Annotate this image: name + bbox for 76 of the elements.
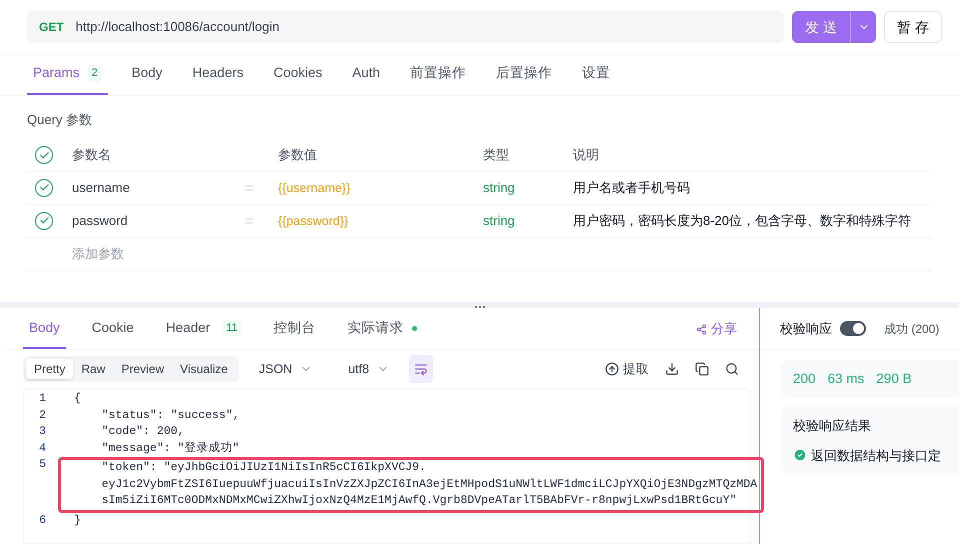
code-line: "message": "登录成功" xyxy=(100,440,240,456)
wrap-text-button[interactable] xyxy=(409,355,434,383)
code-line: "token": "eyJhbGciOiJIUzI1NiIsInR5cCI6IkpXVCJ9. xyxy=(100,460,426,476)
code-line: } xyxy=(74,512,81,528)
url-text: http://localhost:10086/account/login xyxy=(76,18,280,36)
wrap-lines-icon xyxy=(414,362,428,376)
line-number: 6 xyxy=(38,512,46,528)
param-description[interactable]: 用户密码，密码长度为8-20位，包含字母、数字和特殊字符 xyxy=(573,212,912,228)
checkbox[interactable] xyxy=(35,146,53,164)
code-line: sIm5iZiI6MTc0ODMxNDMxMCwiZXhwIjoxNzQ4MzE1MjAwfQ.Vgrb8DVpeATarlT5BAbFVr-r8npwjLxwPsd1BRtGcuY" xyxy=(100,493,737,509)
validate-label: 校验响应 xyxy=(780,320,832,338)
response-tab[interactable]: 实际请求 xyxy=(342,309,423,349)
result-text: 返回数据结构与接口定 xyxy=(811,446,941,464)
result-title: 校验响应结果 xyxy=(793,417,871,435)
url-field[interactable]: GET http://localhost:10086/account/login xyxy=(27,11,784,43)
extract-button[interactable]: 提取 xyxy=(605,360,649,378)
request-tab[interactable]: 后置操作 xyxy=(490,54,558,95)
column-header: 参数名 xyxy=(72,147,111,162)
encoding-select[interactable]: utf8 xyxy=(344,360,394,378)
search-icon[interactable] xyxy=(725,362,739,376)
checkbox[interactable] xyxy=(35,212,53,230)
format-select[interactable]: JSON xyxy=(254,360,316,378)
request-tab[interactable]: Params 2 xyxy=(27,54,108,95)
share-link[interactable]: 分享 xyxy=(696,309,737,349)
request-tab[interactable]: Cookies xyxy=(267,54,328,95)
success-icon xyxy=(793,448,807,462)
copy-icon[interactable] xyxy=(695,362,709,376)
response-tab[interactable]: Body xyxy=(23,309,66,349)
code-line: eyJ1c2VybmFtZSI6IuepuuWfjuacuiIsInVzZXJpZCI6InA3ejEtMHpodS1uNWltLWF1dmciLCJpYXQiOjE3NDgzMTQzMDA xyxy=(100,476,758,492)
equals-icon xyxy=(245,184,253,190)
download-icon[interactable] xyxy=(665,362,679,376)
response-time: 63 ms xyxy=(828,370,864,388)
request-tab[interactable]: 设置 xyxy=(576,54,616,95)
param-name[interactable]: password xyxy=(72,210,245,230)
line-number: 4 xyxy=(38,440,46,456)
param-description[interactable]: 用户名或者手机号码 xyxy=(573,180,690,195)
request-tab[interactable]: 前置操作 xyxy=(404,54,472,95)
send-button[interactable]: 发 送 xyxy=(792,11,850,43)
column-header: 说明 xyxy=(573,147,599,162)
request-tab[interactable]: Headers xyxy=(186,54,250,95)
status-code: 200 xyxy=(793,370,816,388)
check-icon xyxy=(38,150,50,160)
share-icon xyxy=(696,324,707,334)
view-mode-tab[interactable]: Pretty xyxy=(26,359,74,379)
column-header: 类型 xyxy=(483,147,509,162)
count-badge: 2 xyxy=(88,65,102,82)
validate-toggle[interactable] xyxy=(840,321,866,336)
equals-icon xyxy=(245,218,253,224)
count-badge: 11 xyxy=(222,320,242,336)
column-header: 参数值 xyxy=(278,147,317,162)
response-tab[interactable]: 控制台 xyxy=(268,309,322,349)
request-tab[interactable]: Body xyxy=(126,54,168,95)
drag-handle-icon[interactable] xyxy=(474,306,484,308)
code-line: { xyxy=(74,391,81,407)
response-tab[interactable]: Cookie xyxy=(86,309,140,349)
view-mode-tab[interactable]: Visualize xyxy=(172,359,236,379)
code-line: "code": 200, xyxy=(100,424,184,440)
check-icon xyxy=(38,182,50,193)
request-tab[interactable]: Auth xyxy=(346,54,386,95)
check-icon xyxy=(38,215,50,226)
response-tab[interactable]: Header 11 xyxy=(160,309,248,349)
line-number: 2 xyxy=(38,408,46,424)
upload-circle-icon xyxy=(605,362,619,376)
view-mode-tab[interactable]: Raw xyxy=(73,359,114,379)
param-name[interactable]: username xyxy=(72,178,245,198)
line-number: 3 xyxy=(38,424,46,440)
line-number: 5 xyxy=(38,457,46,473)
line-number: 1 xyxy=(38,391,46,407)
checkbox[interactable] xyxy=(35,178,53,196)
code-line: "status": "success", xyxy=(100,408,240,424)
send-menu-button[interactable] xyxy=(850,11,876,43)
response-size: 290 B xyxy=(876,370,912,388)
status-text: 成功 (200) xyxy=(884,320,940,338)
view-mode-tab[interactable]: Preview xyxy=(113,359,172,379)
section-title: Query 参数 xyxy=(27,111,92,129)
save-button[interactable]: 暂 存 xyxy=(884,11,942,43)
